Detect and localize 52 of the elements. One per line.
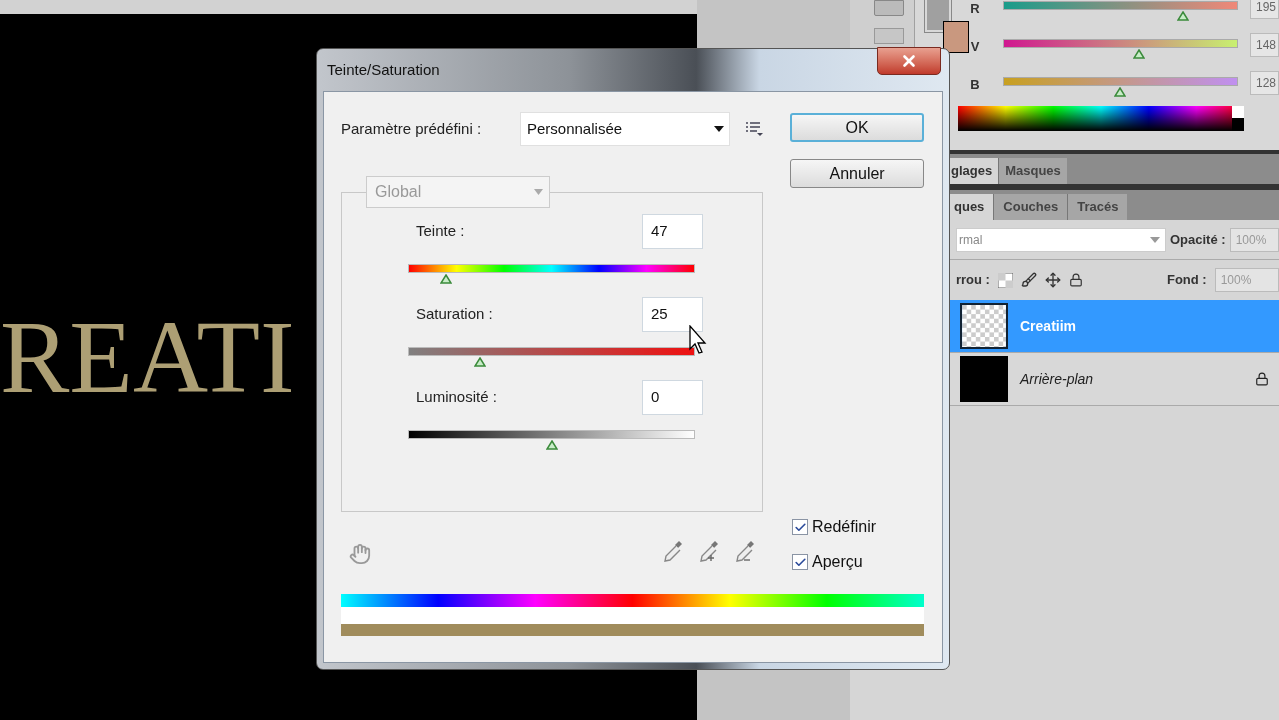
caret-icon [1150, 236, 1160, 243]
caret-icon [534, 189, 543, 195]
blend-mode-dropdown[interactable]: rmal [956, 227, 1166, 252]
close-button[interactable] [877, 47, 941, 75]
close-icon [900, 52, 918, 70]
dialog-button[interactable]: OK [790, 113, 924, 142]
preset-label: Paramètre prédéfini : [341, 118, 483, 139]
channel-label: R [969, 0, 981, 19]
mouse-cursor-icon [689, 325, 709, 355]
layer-name: Arrière-plan [1020, 369, 1095, 389]
move-icon[interactable] [1044, 272, 1061, 288]
foreground-swatch[interactable] [925, 0, 952, 32]
caret-icon [714, 126, 724, 132]
brush-icon[interactable] [1020, 272, 1037, 288]
checkbox[interactable] [792, 519, 808, 535]
preset-menu-icon[interactable] [745, 121, 763, 137]
lock-label: rrou : [956, 271, 990, 290]
layer-thumbnail [960, 303, 1008, 349]
checkbox-label: Aperçu [812, 552, 863, 572]
transparency-icon[interactable] [997, 272, 1013, 288]
color-spectrum[interactable] [957, 106, 1244, 131]
channel-label: B [969, 76, 981, 95]
eyedropper-icon[interactable] [662, 539, 684, 565]
slider-value-field[interactable]: 0 [642, 380, 703, 415]
eyedropper-plus-icon[interactable] [698, 539, 720, 565]
channel-label: V [969, 38, 981, 57]
layer-thumbnail [960, 356, 1008, 402]
dialog-button[interactable]: Annuler [790, 159, 924, 188]
layer-name: Creatiim [1020, 316, 1078, 336]
slider-label: Saturation : [416, 304, 494, 325]
slider-value-field[interactable]: 47 [642, 214, 703, 249]
dialog-title: Teinte/Saturation [327, 59, 440, 80]
panel-tab[interactable]: Masques [998, 158, 1067, 184]
channel-value-field[interactable]: 195 [1249, 0, 1279, 19]
channel-value-field[interactable]: 128 [1249, 71, 1279, 95]
checkbox-label: Redéfinir [812, 517, 877, 537]
panel-tab[interactable]: Tracés [1067, 194, 1128, 220]
fill-label: Fond : [1166, 271, 1207, 290]
panel-tab[interactable]: Couches [993, 194, 1068, 220]
hand-icon[interactable] [349, 543, 371, 565]
slider-value-field[interactable]: 25 [642, 297, 703, 332]
checkbox[interactable] [792, 554, 808, 570]
canvas-text: REATI [0, 305, 295, 409]
eyedropper-minus-icon[interactable] [734, 539, 756, 565]
slider-label: Teinte : [416, 221, 466, 242]
preset-dropdown[interactable]: Personnalisée [520, 112, 730, 146]
background-swatch[interactable] [943, 21, 970, 53]
tool-button[interactable] [874, 0, 905, 16]
lock-icon[interactable] [1068, 273, 1083, 287]
opacity-label: Opacité : [1170, 230, 1226, 249]
channel-value-field[interactable]: 148 [1249, 33, 1279, 57]
slider-label: Luminosité : [416, 387, 498, 408]
